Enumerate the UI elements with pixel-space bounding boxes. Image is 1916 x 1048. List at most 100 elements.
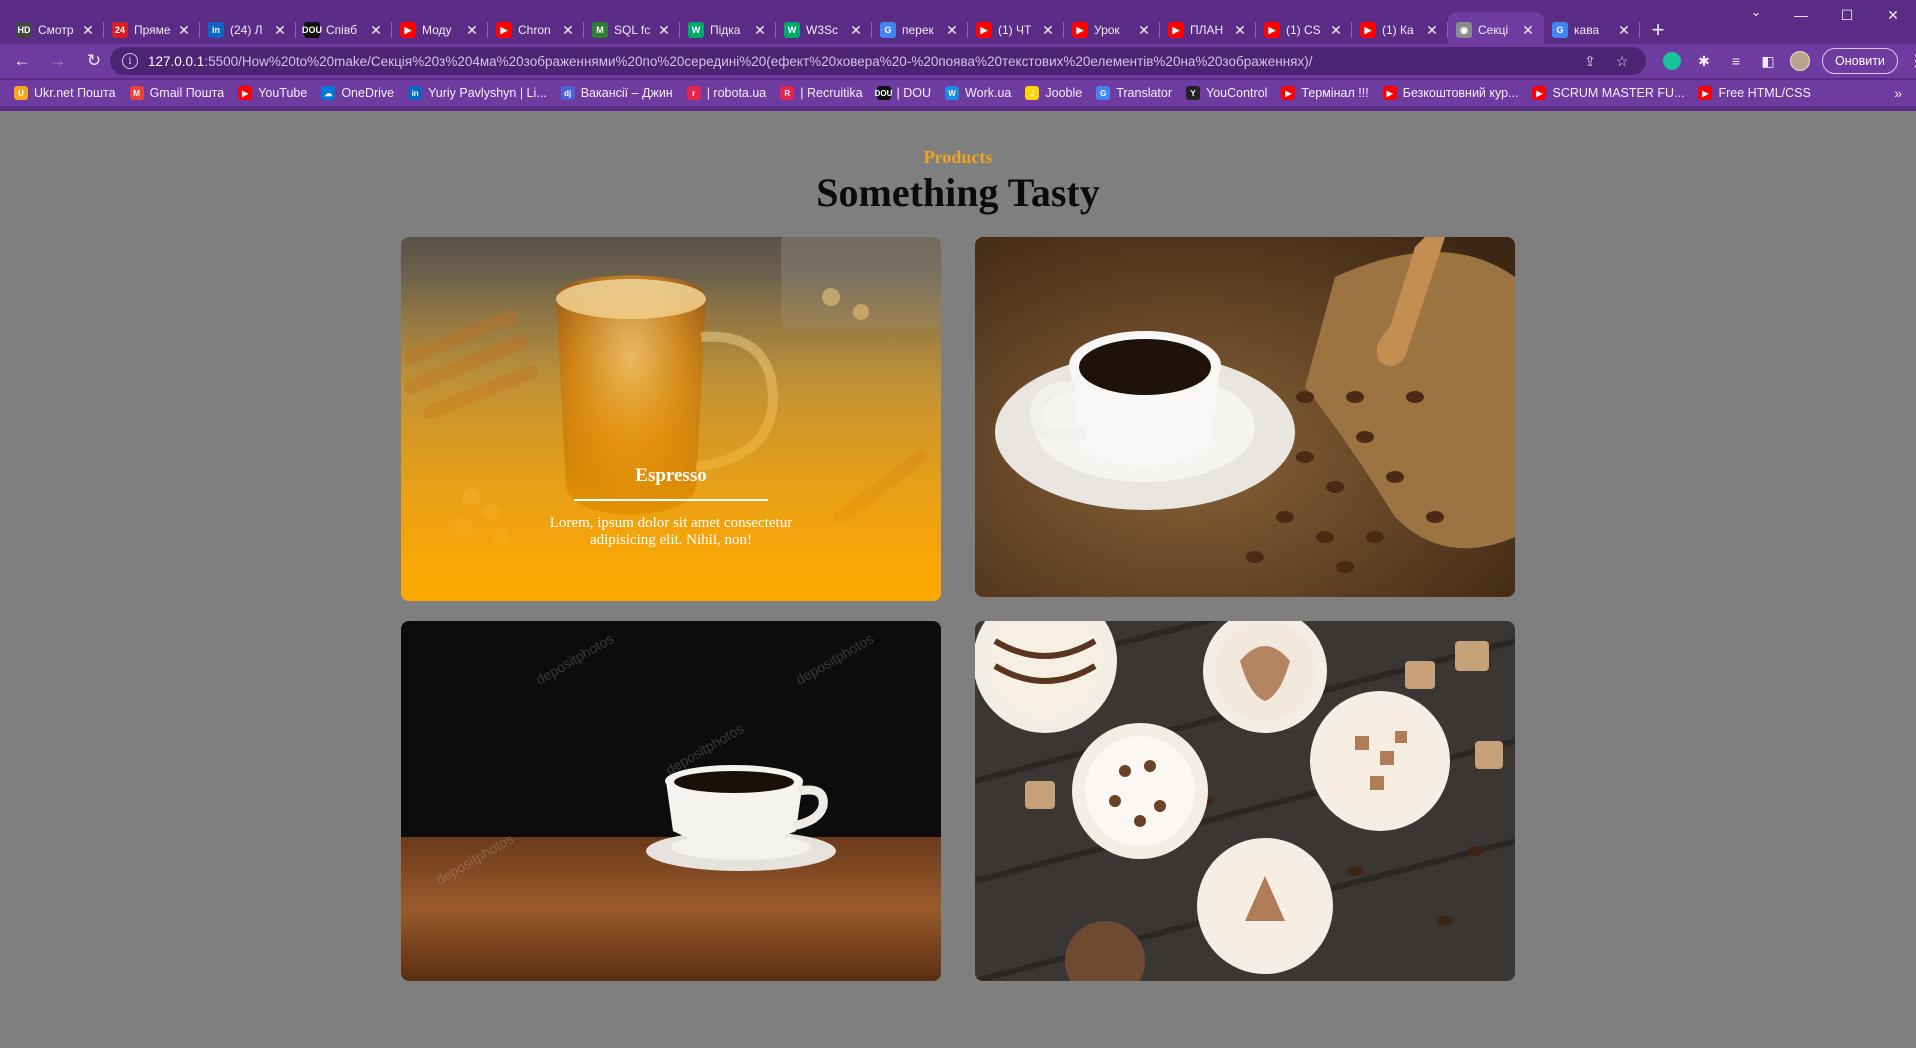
browser-tab[interactable]: ▶ (1) ЧТ ✕ bbox=[968, 12, 1064, 48]
tab-close-icon[interactable]: ✕ bbox=[1328, 22, 1344, 39]
omnibox-actions: ⇪ ☆ bbox=[1574, 53, 1638, 70]
browser-tab[interactable]: Gкава ✕ bbox=[1544, 12, 1640, 48]
tab-close-icon[interactable]: ✕ bbox=[752, 22, 768, 39]
bookmark-item[interactable]: U Ukr.net Пошта bbox=[14, 86, 116, 100]
bookmark-item[interactable]: R | Recruitika bbox=[780, 86, 863, 100]
tab-close-icon[interactable]: ✕ bbox=[848, 22, 864, 39]
browser-tab[interactable]: W Підка ✕ bbox=[680, 12, 776, 48]
product-card-espresso[interactable]: Espresso Lorem, ipsum dolor sit amet con… bbox=[401, 237, 941, 601]
browser-tab[interactable]: DOU Співб ✕ bbox=[296, 12, 392, 48]
tab-close-icon[interactable]: ✕ bbox=[1232, 22, 1248, 39]
address-bar[interactable]: i 127.0.0.1:5500/How%20to%20make/Секція%… bbox=[110, 47, 1646, 75]
bookmark-favicon-icon: Y bbox=[1186, 86, 1201, 100]
card-hover-overlay: Espresso Lorem, ipsum dolor sit amet con… bbox=[401, 237, 941, 601]
bookmark-item[interactable]: ▶ YouTube bbox=[238, 86, 307, 100]
tab-favicon-icon: ▶ bbox=[1072, 22, 1088, 38]
bookmark-favicon-icon: ▶ bbox=[1698, 86, 1713, 100]
browser-tab[interactable]: ▶ Chron ✕ bbox=[488, 12, 584, 48]
tab-close-icon[interactable]: ✕ bbox=[944, 22, 960, 39]
url-path: :5500/How%20to%20make/Секція%20з%204ма%2… bbox=[204, 53, 1313, 69]
forward-icon[interactable]: → bbox=[44, 47, 72, 75]
bookmark-item[interactable]: J Jooble bbox=[1025, 86, 1082, 100]
extensions-icon[interactable]: ✱ bbox=[1688, 53, 1720, 70]
bookmark-item[interactable]: ☁ OneDrive bbox=[321, 86, 394, 100]
tab-close-icon[interactable]: ✕ bbox=[176, 22, 192, 39]
browser-tab[interactable]: in (24) Л ✕ bbox=[200, 12, 296, 48]
media-queue-icon[interactable]: ≡ bbox=[1720, 53, 1752, 69]
tab-title: перек bbox=[902, 23, 934, 37]
tab-close-icon[interactable]: ✕ bbox=[1040, 22, 1056, 39]
side-panel-icon[interactable]: ◧ bbox=[1752, 53, 1784, 70]
browser-tab[interactable]: M SQL fc ✕ bbox=[584, 12, 680, 48]
bookmark-star-icon[interactable]: ☆ bbox=[1606, 53, 1638, 70]
bookmark-label: Free HTML/CSS bbox=[1718, 86, 1811, 100]
browser-tab[interactable]: Gперек ✕ bbox=[872, 12, 968, 48]
bookmark-item[interactable]: DOU | DOU bbox=[875, 86, 932, 100]
product-card-beans[interactable] bbox=[975, 237, 1515, 597]
browser-tab[interactable]: ▶ ПЛАН ✕ bbox=[1160, 12, 1256, 48]
bookmark-item[interactable]: Y YouControl bbox=[1186, 86, 1267, 100]
tab-close-icon[interactable]: ✕ bbox=[464, 22, 480, 39]
browser-tab[interactable]: ▶ (1) CS ✕ bbox=[1256, 12, 1352, 48]
tab-favicon-icon: DOU bbox=[302, 22, 322, 38]
tab-close-icon[interactable]: ✕ bbox=[560, 22, 576, 39]
maximize-icon[interactable]: ☐ bbox=[1824, 0, 1870, 30]
bookmark-item[interactable]: in Yuriy Pavlyshyn | Li... bbox=[408, 86, 547, 100]
menu-icon[interactable]: ⋮ bbox=[1908, 51, 1916, 71]
tab-favicon-icon: HD bbox=[16, 22, 32, 38]
tab-favicon-icon: ▶ bbox=[496, 22, 512, 38]
grammarly-icon[interactable] bbox=[1663, 52, 1681, 70]
tab-title: Урок bbox=[1094, 23, 1120, 37]
tab-close-icon[interactable]: ✕ bbox=[368, 22, 384, 39]
tab-close-icon[interactable]: ✕ bbox=[1424, 22, 1440, 39]
window-controls: — ☐ ✕ bbox=[1778, 0, 1916, 32]
card-description: Lorem, ipsum dolor sit amet consectetur … bbox=[549, 515, 793, 548]
back-icon[interactable]: ← bbox=[8, 47, 36, 75]
reload-icon[interactable]: ↻ bbox=[80, 47, 108, 75]
bookmark-label: Вакансії – Джин bbox=[580, 86, 673, 100]
browser-tab[interactable]: ◉ Секці ✕ bbox=[1448, 12, 1544, 48]
browser-tab[interactable]: 24 Пряме ✕ bbox=[104, 12, 200, 48]
site-info-icon[interactable]: i bbox=[122, 53, 138, 69]
bookmark-favicon-icon: ▶ bbox=[1382, 86, 1397, 100]
share-icon[interactable]: ⇪ bbox=[1574, 53, 1606, 70]
tab-close-icon[interactable]: ✕ bbox=[1520, 22, 1536, 39]
minimize-icon[interactable]: — bbox=[1778, 0, 1824, 30]
browser-tab[interactable]: W W3Sc ✕ bbox=[776, 12, 872, 48]
tab-search-icon[interactable]: ⌄ bbox=[1742, 4, 1770, 20]
bookmarks-more-icon[interactable]: » bbox=[1894, 85, 1902, 101]
browser-tab[interactable]: ▶ Моду ✕ bbox=[392, 12, 488, 48]
bookmark-label: YouTube bbox=[258, 86, 308, 100]
bookmark-item[interactable]: ▶ SCRUM MASTER FU... bbox=[1532, 86, 1684, 100]
url-text[interactable]: 127.0.0.1:5500/How%20to%20make/Секція%20… bbox=[148, 54, 1574, 69]
bookmark-favicon-icon: ▶ bbox=[1532, 86, 1547, 100]
bookmark-item[interactable]: ▶ Термінал !!! bbox=[1281, 86, 1369, 100]
profile-avatar[interactable] bbox=[1790, 51, 1810, 71]
bookmark-label: Ukr.net Пошта bbox=[34, 86, 116, 100]
browser-tab[interactable]: ▶ Урок ✕ bbox=[1064, 12, 1160, 48]
bookmark-item[interactable]: r | robota.ua bbox=[686, 86, 766, 100]
bookmark-item[interactable]: M Gmail Пошта bbox=[129, 86, 224, 100]
close-window-icon[interactable]: ✕ bbox=[1870, 0, 1916, 30]
new-tab-button[interactable]: + bbox=[1640, 12, 1676, 48]
browser-tab[interactable]: HD Смотр ✕ bbox=[8, 12, 104, 48]
section-heading: Something Tasty bbox=[816, 170, 1100, 215]
bookmark-label: Термінал !!! bbox=[1301, 86, 1369, 100]
tab-close-icon[interactable]: ✕ bbox=[272, 22, 288, 39]
bookmark-item[interactable]: ▶ Безкоштовний кур... bbox=[1382, 86, 1518, 100]
product-card-lattes[interactable] bbox=[975, 621, 1515, 981]
bookmark-item[interactable]: ▶ Free HTML/CSS bbox=[1698, 86, 1811, 100]
product-card-cup[interactable]: depositphotos depositphotos depositphoto… bbox=[401, 621, 941, 981]
update-button[interactable]: Оновити bbox=[1822, 48, 1898, 74]
bookmark-item[interactable]: dj Вакансії – Джин bbox=[560, 86, 673, 100]
tab-close-icon[interactable]: ✕ bbox=[1616, 22, 1632, 39]
tab-close-icon[interactable]: ✕ bbox=[656, 22, 672, 39]
bookmark-label: | DOU bbox=[896, 86, 932, 100]
tab-close-icon[interactable]: ✕ bbox=[1136, 22, 1152, 39]
tab-title: Пряме bbox=[134, 23, 171, 37]
tab-close-icon[interactable]: ✕ bbox=[80, 22, 96, 39]
bookmark-item[interactable]: G Translator bbox=[1096, 86, 1172, 100]
latte-cups-image bbox=[975, 621, 1515, 981]
browser-tab[interactable]: ▶ (1) Ка ✕ bbox=[1352, 12, 1448, 48]
bookmark-item[interactable]: W Work.ua bbox=[945, 86, 1011, 100]
